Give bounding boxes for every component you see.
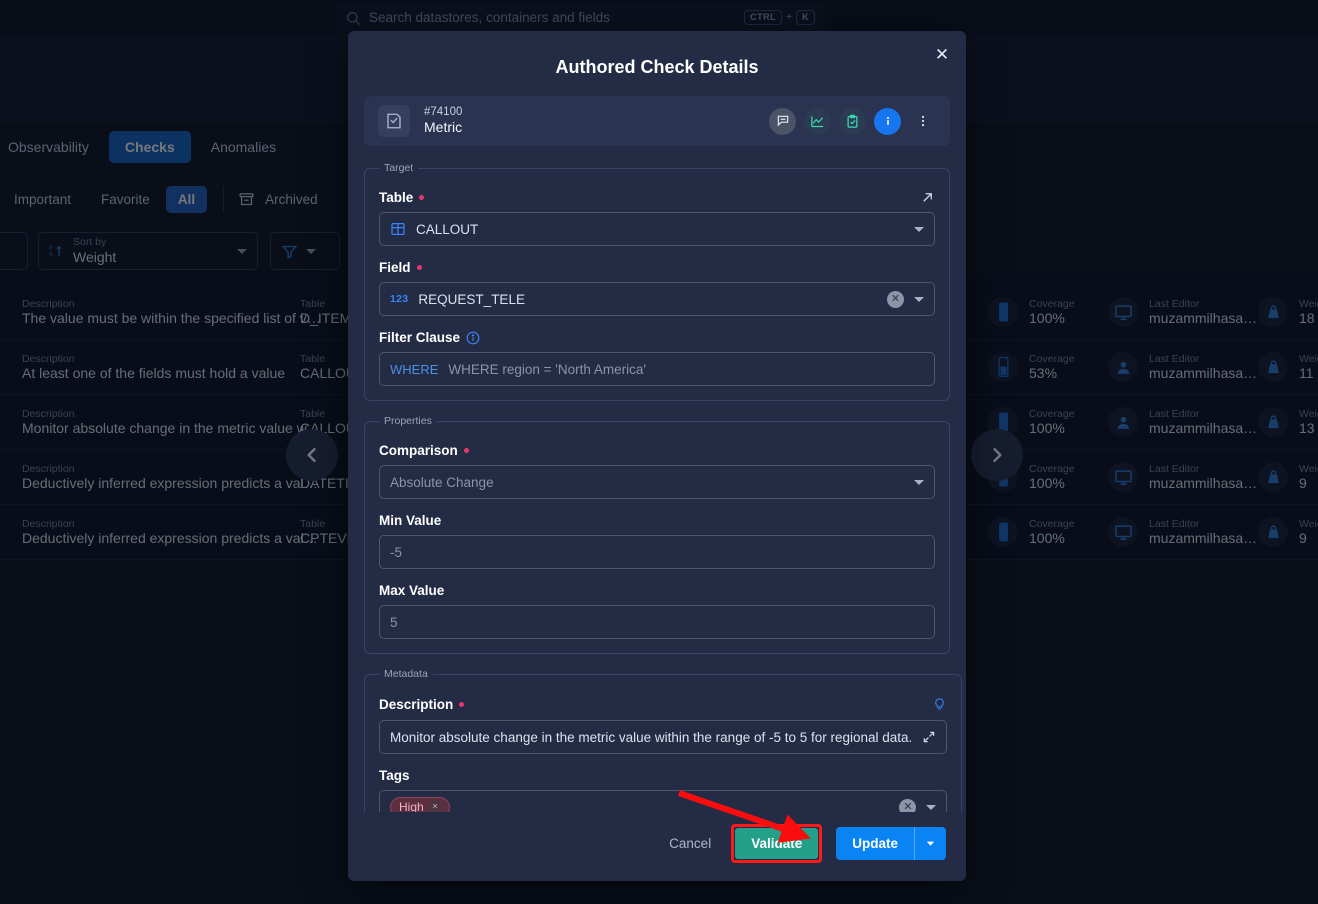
min-value-label: Min Value xyxy=(379,513,442,528)
update-dropdown-button[interactable] xyxy=(915,829,946,858)
table-select[interactable]: CALLOUT xyxy=(379,212,935,246)
field-select[interactable]: 123 REQUEST_TELE ✕ xyxy=(379,282,935,316)
target-section: Target Table CALLOUT Field 123 REQUEST_T… xyxy=(364,162,950,401)
check-actions xyxy=(769,107,936,135)
info-glyph xyxy=(880,113,895,129)
info-icon[interactable] xyxy=(466,331,480,345)
chevron-down-icon xyxy=(914,479,924,485)
description-input[interactable]: Monitor absolute change in the metric va… xyxy=(379,720,948,754)
field-label: Field xyxy=(379,260,411,275)
clear-icon[interactable]: ✕ xyxy=(899,798,917,812)
comparison-value: Absolute Change xyxy=(390,474,494,490)
min-value-header: Min Value xyxy=(379,513,935,528)
properties-legend: Properties xyxy=(384,415,432,427)
max-value-input[interactable]: 5 xyxy=(379,605,935,639)
properties-section: Properties Comparison Absolute Change Mi… xyxy=(364,415,950,654)
table-icon xyxy=(391,223,405,235)
tags-label: Tags xyxy=(379,768,410,783)
check-summary-card: #74100 Metric xyxy=(364,96,950,146)
table-label: Table xyxy=(379,190,414,205)
chevron-down-icon xyxy=(914,226,924,232)
max-value-header: Max Value xyxy=(379,583,935,598)
app-root: Search datastores, containers and fields… xyxy=(0,0,1318,904)
metadata-section: Metadata Description Monitor absolute ch… xyxy=(364,668,963,813)
tag-remove-icon[interactable]: × xyxy=(428,800,442,812)
open-external-icon[interactable] xyxy=(920,190,935,205)
tags-header: Tags xyxy=(379,768,947,783)
tags-input[interactable]: High × ✕ xyxy=(379,790,948,813)
cancel-button[interactable]: Cancel xyxy=(663,828,717,859)
description-label: Description xyxy=(379,697,454,712)
chart-glyph xyxy=(811,116,824,127)
description-value: Monitor absolute change in the metric va… xyxy=(390,729,913,745)
check-type: Metric xyxy=(424,119,463,136)
required-dot-icon xyxy=(419,195,425,200)
max-value-label: Max Value xyxy=(379,583,445,598)
comparison-label: Comparison xyxy=(379,443,458,458)
filter-clause-input[interactable]: WHERE WHERE region = 'North America' xyxy=(379,352,935,386)
metadata-legend: Metadata xyxy=(384,668,428,680)
number-type-icon: 123 xyxy=(390,293,409,305)
required-dot-icon xyxy=(463,448,469,453)
tag-label: High xyxy=(399,799,424,813)
lightbulb-icon[interactable] xyxy=(932,696,947,713)
comment-glyph xyxy=(777,115,788,127)
table-field-header: Table xyxy=(379,190,935,205)
clipboard-check-icon[interactable] xyxy=(839,107,866,135)
validate-highlight: Validate xyxy=(731,824,823,863)
filter-clause-label: Filter Clause xyxy=(379,330,461,345)
trend-chart-icon[interactable] xyxy=(804,107,831,135)
tag-chip[interactable]: High × xyxy=(390,796,450,813)
tags-list: High × xyxy=(390,796,889,813)
update-button-group: Update xyxy=(836,827,946,860)
chevron-down-icon xyxy=(926,804,937,810)
description-header: Description xyxy=(379,696,947,713)
info-icon[interactable] xyxy=(874,107,901,135)
filter-clause-header: Filter Clause xyxy=(379,330,935,345)
check-badge xyxy=(378,105,410,137)
min-value-input[interactable]: -5 xyxy=(379,535,935,569)
more-options-icon[interactable] xyxy=(909,108,936,135)
comparison-header: Comparison xyxy=(379,443,935,458)
clipboard-glyph xyxy=(847,114,858,128)
dialog-footer: Cancel Validate Update xyxy=(348,812,966,881)
table-value: CALLOUT xyxy=(416,221,479,237)
filter-clause-placeholder: WHERE region = 'North America' xyxy=(448,361,646,377)
comparison-select[interactable]: Absolute Change xyxy=(379,465,935,499)
field-field-header: Field xyxy=(379,260,935,275)
close-icon[interactable]: ✕ xyxy=(931,44,953,66)
expand-icon[interactable] xyxy=(922,730,936,744)
where-keyword: WHERE xyxy=(390,361,439,377)
dialog-title: Authored Check Details xyxy=(555,57,759,77)
chevron-down-icon xyxy=(914,296,924,302)
max-value: 5 xyxy=(390,614,398,630)
min-value: -5 xyxy=(390,544,403,560)
clear-icon[interactable]: ✕ xyxy=(887,290,904,308)
kebab-glyph xyxy=(921,115,924,127)
validate-button[interactable]: Validate xyxy=(735,828,819,859)
check-note-icon xyxy=(387,113,401,129)
comment-icon[interactable] xyxy=(769,107,796,135)
target-legend: Target xyxy=(384,162,414,174)
check-id: #74100 xyxy=(424,106,463,119)
dialog-body: #74100 Metric Target Table CALLOUT Field… xyxy=(348,96,966,812)
required-dot-icon xyxy=(416,265,422,270)
required-dot-icon xyxy=(459,702,465,707)
update-button[interactable]: Update xyxy=(836,827,914,860)
field-value: REQUEST_TELE xyxy=(418,291,525,307)
chevron-down-icon xyxy=(926,841,935,846)
authored-check-details-dialog: ✕ Authored Check Details #74100 Metric T… xyxy=(348,31,966,881)
